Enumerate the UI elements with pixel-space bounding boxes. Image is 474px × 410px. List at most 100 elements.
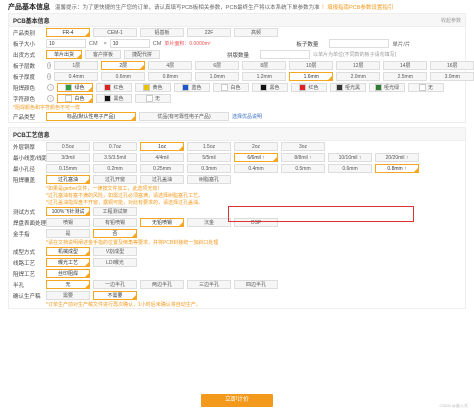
width-input[interactable]: 10	[46, 39, 86, 48]
solder-option[interactable]: 黄色	[135, 83, 171, 92]
hole-option[interactable]: 0.3mm	[187, 164, 231, 173]
solder-option[interactable]: 绿色	[57, 83, 93, 92]
solder-option[interactable]: 蓝色	[174, 83, 210, 92]
half-option[interactable]: 四边半孔	[234, 280, 278, 289]
help-icon[interactable]: ?	[47, 95, 54, 102]
trace-option[interactable]: 6/6mil ↑	[234, 153, 278, 162]
thickness-option[interactable]: 3.0mm	[430, 72, 474, 81]
hole-option[interactable]: 0.8mm ↑	[375, 164, 419, 173]
ptype-option[interactable]: 标品(默认性电子产品)	[46, 112, 136, 121]
finish-option[interactable]: 有铅喷锡	[93, 218, 137, 227]
silk-option[interactable]: 白色	[57, 94, 93, 103]
material-option[interactable]: 22F	[187, 28, 231, 37]
color-swatch-icon	[260, 84, 268, 92]
cover-option[interactable]: 树脂塞孔	[187, 175, 231, 184]
copper-option[interactable]: 0.7oz	[93, 142, 137, 151]
help-icon[interactable]: ?	[47, 73, 52, 80]
product-type-link[interactable]: 选择优品说明	[232, 113, 262, 120]
solder-option[interactable]: 白色	[213, 83, 249, 92]
material-option[interactable]: CEM-1	[93, 28, 137, 37]
layers-option[interactable]: 8层	[242, 61, 287, 70]
layers-option[interactable]: 2层	[101, 61, 146, 70]
help-icon[interactable]: ?	[47, 62, 52, 69]
hole-option[interactable]: 0.25mm	[140, 164, 184, 173]
thickness-option[interactable]: 0.4mm	[54, 72, 99, 81]
panel-count-input[interactable]	[260, 50, 310, 59]
hole-option[interactable]: 0.4mm	[234, 164, 278, 173]
shipment-option[interactable]: 单片出货	[46, 50, 82, 59]
hole-option[interactable]: 0.6mm	[328, 164, 372, 173]
cover-option[interactable]: 过孔塞油	[46, 175, 90, 184]
gold-option[interactable]: 否	[93, 229, 137, 238]
thickness-option[interactable]: 1.6mm	[289, 72, 334, 81]
copper-option[interactable]: 1oz	[140, 142, 184, 151]
height-input[interactable]: 10	[109, 39, 150, 48]
submit-quote-button[interactable]: 立即计价	[201, 394, 273, 407]
hole-option[interactable]: 0.15mm	[46, 164, 90, 173]
thickness-option[interactable]: 0.6mm	[101, 72, 146, 81]
thickness-option[interactable]: 2.0mm	[336, 72, 381, 81]
solder-option[interactable]: 无	[408, 83, 444, 92]
test-option[interactable]: 工程测试架	[93, 207, 137, 216]
copper-option[interactable]: 3oz	[281, 142, 325, 151]
solder-option[interactable]: 红色	[291, 83, 327, 92]
ptype-option[interactable]: 优品(有可靠性电子产品)	[139, 112, 229, 121]
finish-option[interactable]: 沉金	[187, 218, 231, 227]
copper-option[interactable]: 0.5oz	[46, 142, 90, 151]
material-option[interactable]: 铝基板	[140, 28, 184, 37]
confirm-option[interactable]: 需要	[46, 291, 90, 300]
profile-option[interactable]: V割成型	[93, 247, 137, 256]
half-option[interactable]: 一边半孔	[93, 280, 137, 289]
layers-option[interactable]: 10层	[289, 61, 334, 70]
hole-option[interactable]: 0.2mm	[93, 164, 137, 173]
help-icon[interactable]: ?	[47, 84, 54, 91]
solder-option[interactable]: 黑色	[252, 83, 288, 92]
material-option[interactable]: 高频	[234, 28, 278, 37]
half-option[interactable]: 两边半孔	[140, 280, 184, 289]
guide-link[interactable]: ！填报指南PCB参数设置指引	[322, 3, 394, 11]
cproc-option[interactable]: 曝光工艺	[46, 258, 90, 267]
solder-option[interactable]: 红色	[96, 83, 132, 92]
thickness-option[interactable]: 1.0mm	[195, 72, 240, 81]
thickness-option[interactable]: 0.8mm	[148, 72, 193, 81]
copper-option[interactable]: 2oz	[234, 142, 278, 151]
trace-option[interactable]: 10/10mil ↑	[328, 153, 372, 162]
test-option[interactable]: 100%飞针测试	[46, 207, 90, 216]
gold-option[interactable]: 是	[46, 229, 90, 238]
material-option[interactable]: FR-4	[46, 28, 90, 37]
half-option[interactable]: 无	[46, 280, 90, 289]
trace-option[interactable]: 3.5/3.5mil	[93, 153, 137, 162]
finish-option[interactable]: 喷锡	[46, 218, 90, 227]
thickness-option[interactable]: 2.5mm	[383, 72, 428, 81]
shipment-option[interactable]: 客户拼板	[85, 50, 121, 59]
profile-option[interactable]: 机械成型	[46, 247, 90, 256]
layers-option[interactable]: 12层	[336, 61, 381, 70]
hole-option[interactable]: 0.5mm	[281, 164, 325, 173]
fold-button[interactable]: 收起参数	[441, 17, 461, 24]
trace-option[interactable]: 20/20mil ↑	[375, 153, 419, 162]
cover-option[interactable]: 过孔盖油	[140, 175, 184, 184]
sproc-option[interactable]: 丝印阻焊	[46, 269, 90, 278]
trace-option[interactable]: 3/3mil	[46, 153, 90, 162]
silk-option[interactable]: 黑色	[96, 94, 132, 103]
trace-option[interactable]: 8/8mil ↑	[281, 153, 325, 162]
thickness-option[interactable]: 1.2mm	[242, 72, 287, 81]
silk-option[interactable]: 无	[135, 94, 171, 103]
confirm-option[interactable]: 不需要	[93, 291, 137, 300]
cover-option[interactable]: 过孔开窗	[93, 175, 137, 184]
finish-option[interactable]: 无铅喷锡	[140, 218, 184, 227]
cproc-option[interactable]: LDI曝光	[93, 258, 137, 267]
count-input[interactable]	[329, 39, 390, 48]
trace-option[interactable]: 5/5mil	[187, 153, 231, 162]
trace-option[interactable]: 4/4mil	[140, 153, 184, 162]
layers-option[interactable]: 4层	[148, 61, 193, 70]
layers-option[interactable]: 1层	[54, 61, 99, 70]
layers-option[interactable]: 16层	[430, 61, 474, 70]
layers-option[interactable]: 14层	[383, 61, 428, 70]
shipment-option[interactable]: 捷配代拼	[124, 50, 160, 59]
copper-option[interactable]: 1.5oz	[187, 142, 231, 151]
half-option[interactable]: 三边半孔	[187, 280, 231, 289]
layers-option[interactable]: 6层	[195, 61, 240, 70]
solder-option[interactable]: 哑光黑	[330, 83, 366, 92]
solder-option[interactable]: 哑光绿	[369, 83, 405, 92]
